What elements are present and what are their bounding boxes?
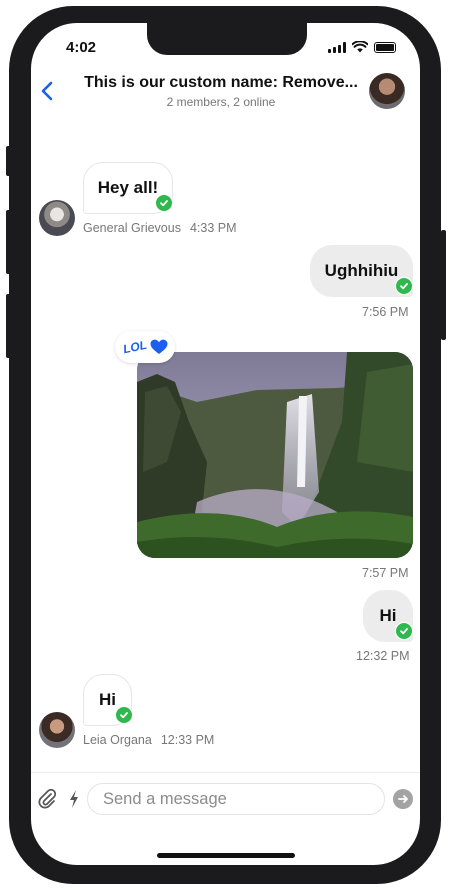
avatar[interactable]	[39, 712, 75, 748]
image-attachment[interactable]	[137, 352, 413, 558]
message-time: 12:32 PM	[356, 649, 410, 663]
checkmark-icon	[115, 706, 133, 724]
channel-avatar[interactable]	[369, 73, 405, 109]
message-time: 7:56 PM	[362, 305, 409, 319]
status-icons	[328, 41, 396, 53]
home-indicator[interactable]	[157, 853, 295, 858]
author-name: General Grievous	[83, 221, 181, 235]
message-text: Ughhihiu	[324, 261, 399, 280]
message-time: 7:57 PM	[362, 566, 409, 580]
channel-title[interactable]: This is our custom name: Remove...	[79, 74, 363, 92]
phone-side-button	[6, 210, 11, 274]
phone-side-button	[441, 230, 446, 340]
message-text: Hey all!	[97, 178, 159, 197]
phone-side-button	[6, 146, 11, 176]
heart-icon[interactable]	[150, 339, 168, 355]
message-input[interactable]	[87, 783, 385, 815]
commands-bolt-icon[interactable]	[67, 788, 81, 810]
message-time: 4:33 PM	[189, 221, 237, 235]
screen: 4:02 This is our custom name: Remove... …	[31, 23, 420, 865]
lol-reaction[interactable]: LOL	[121, 338, 147, 357]
phone-side-button	[6, 294, 11, 358]
checkmark-icon	[395, 277, 413, 295]
author-name: Leia Organa	[83, 733, 152, 747]
attachment-icon[interactable]	[36, 788, 58, 810]
reaction-bar[interactable]: LOL	[115, 331, 175, 363]
message-text: Hi	[379, 606, 397, 625]
checkmark-icon	[155, 194, 173, 212]
checkmark-icon	[395, 622, 413, 640]
wifi-icon	[352, 41, 368, 53]
message-time: 12:33 PM	[160, 733, 215, 747]
avatar[interactable]	[39, 200, 75, 236]
message-text: Hi	[99, 690, 116, 709]
battery-icon	[374, 41, 396, 53]
composer-divider	[31, 772, 420, 773]
channel-member-status: 2 members, 2 online	[166, 95, 276, 109]
send-icon[interactable]	[393, 789, 413, 809]
back-chevron-icon[interactable]	[38, 79, 58, 103]
notch	[147, 23, 307, 55]
cellular-signal-icon	[328, 41, 346, 53]
message-meta: General Grievous 4:33 PM	[83, 221, 237, 235]
message-meta: Leia Organa 12:33 PM	[83, 733, 214, 747]
status-time: 4:02	[66, 39, 97, 56]
